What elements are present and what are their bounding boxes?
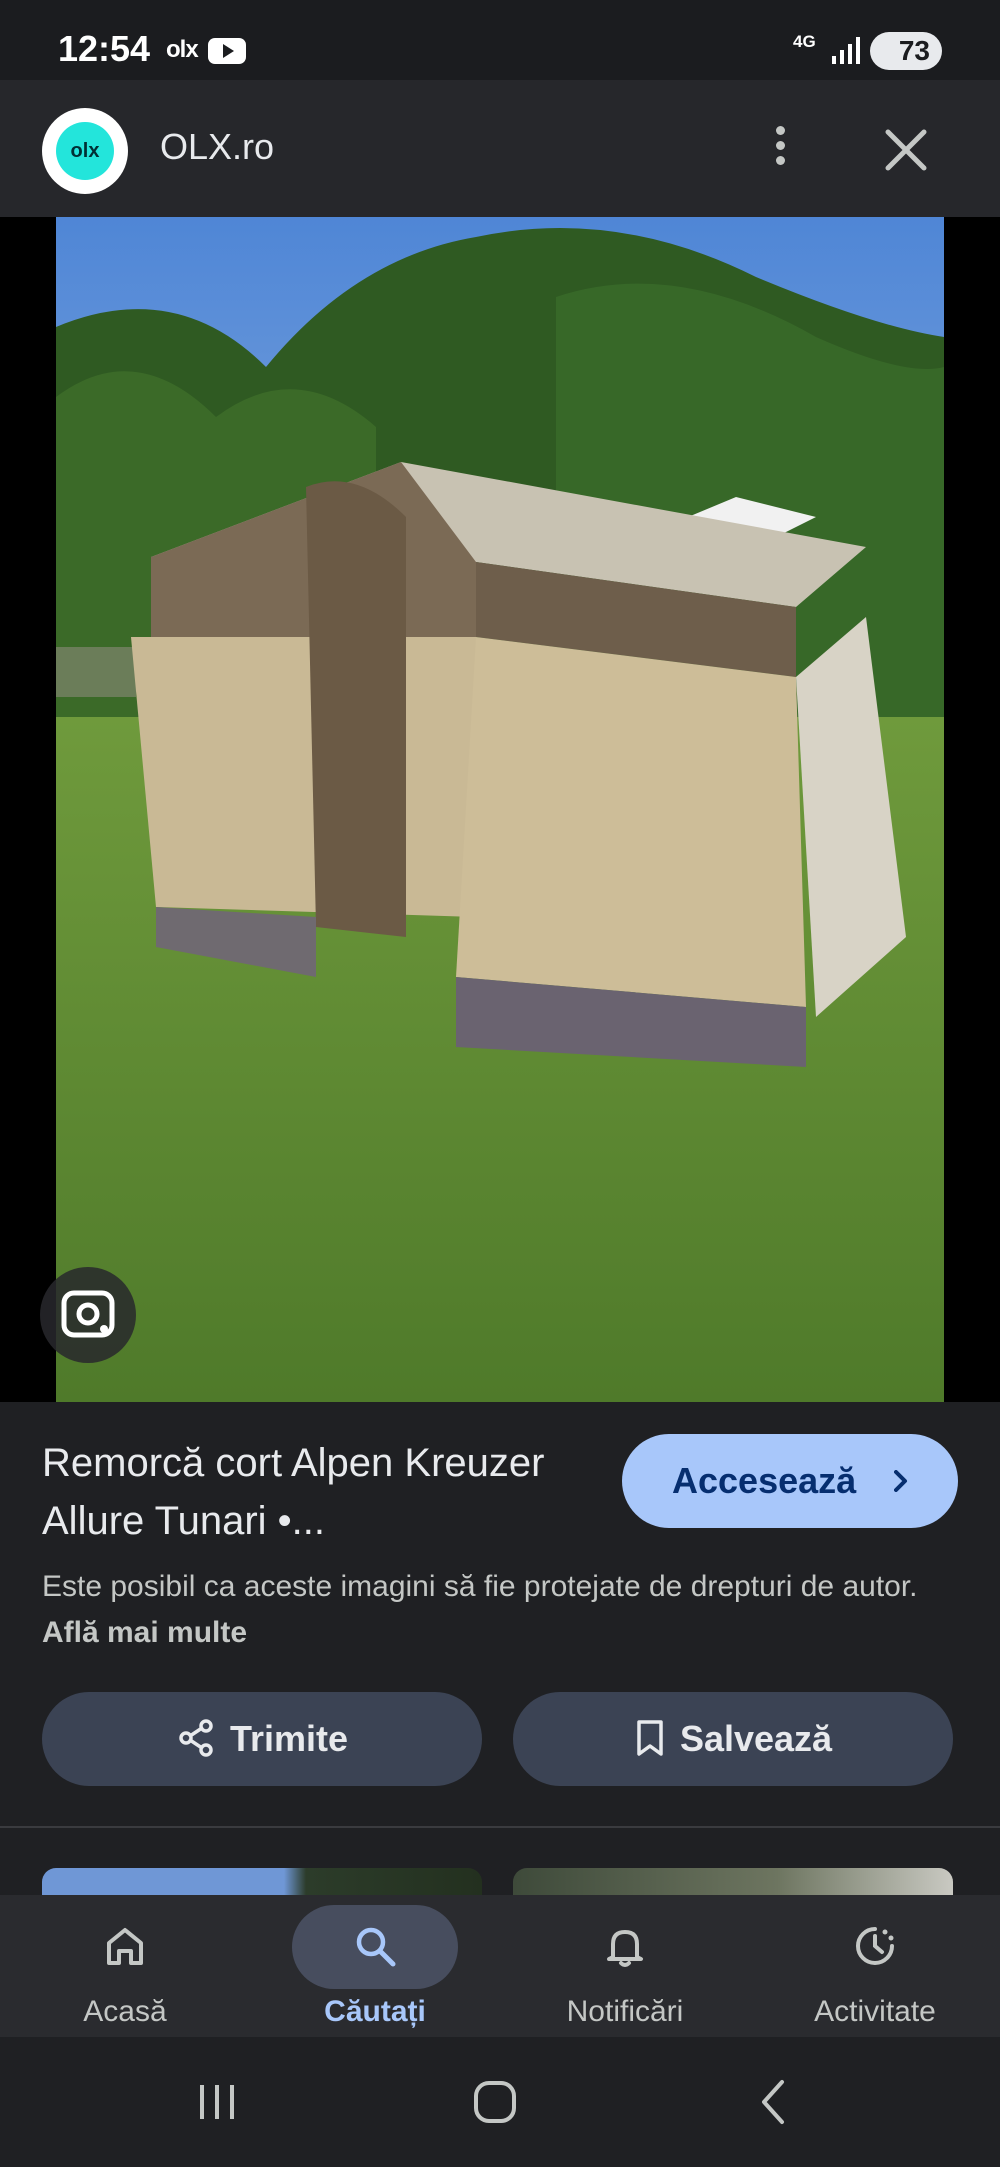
image-viewer[interactable] (0, 217, 1000, 1402)
site-logo: olx (42, 108, 128, 194)
network-type: 4G (793, 32, 816, 51)
result-photo (56, 217, 944, 1402)
divider (0, 1826, 1000, 1828)
olx-logo-icon: olx (56, 122, 114, 180)
learn-more-link[interactable]: Află mai multe (42, 1616, 247, 1649)
battery-indicator: 73 (870, 32, 942, 70)
more-vert-icon (775, 126, 785, 135)
nav-notifications[interactable]: Notificări (500, 1895, 750, 2037)
nav-home[interactable]: Acasă (0, 1895, 250, 2037)
share-label: Trimite (229, 1718, 349, 1759)
recent-apps-button[interactable] (182, 2067, 252, 2137)
related-images-strip[interactable] (0, 1868, 1000, 1898)
bottom-navigation: Acasă Căutați Notificări Activitate (0, 1895, 1000, 2037)
site-name: OLX.ro (160, 126, 275, 167)
share-button[interactable]: Trimite (42, 1692, 482, 1786)
app-header: olx OLX.ro (0, 80, 1000, 217)
save-button[interactable]: Salvează (513, 1692, 953, 1786)
nav-notifications-label: Notificări (566, 1995, 684, 2028)
olx-notification-icon: olx (166, 36, 199, 63)
result-title[interactable]: Remorcă cort Alpen Kreuzer Allure Tunari… (42, 1434, 582, 1550)
history-icon (856, 1927, 894, 1965)
back-button[interactable] (740, 2067, 810, 2137)
copyright-notice: Este posibil ca aceste imagini să fie pr… (42, 1564, 972, 1656)
status-time: 12:54 (58, 28, 151, 69)
home-system-button[interactable] (460, 2067, 530, 2137)
nav-activity-label: Activitate (814, 1995, 936, 2028)
save-label: Salvează (679, 1718, 833, 1759)
chevron-right-icon (894, 1470, 907, 1492)
share-icon (179, 1719, 213, 1758)
nav-search[interactable]: Căutați (250, 1895, 500, 2037)
nav-search-label: Căutați (324, 1995, 426, 2028)
close-button[interactable] (880, 120, 932, 180)
youtube-notification-icon (208, 38, 246, 64)
nav-home-label: Acasă (83, 1995, 167, 2028)
google-lens-button[interactable] (40, 1267, 136, 1363)
visit-button[interactable]: Accesează (622, 1434, 958, 1528)
visit-label: Accesează (672, 1460, 857, 1501)
search-icon (356, 1927, 396, 1967)
lens-icon (61, 1290, 115, 1338)
result-info-panel: Remorcă cort Alpen Kreuzer Allure Tunari… (0, 1402, 1000, 1826)
signal-icon (832, 37, 860, 64)
home-icon (107, 1928, 143, 1965)
related-thumbnail[interactable] (513, 1868, 953, 1898)
related-thumbnail[interactable] (42, 1868, 482, 1898)
bookmark-icon (637, 1720, 663, 1757)
nav-activity[interactable]: Activitate (750, 1895, 1000, 2037)
bell-icon (607, 1930, 643, 1967)
copyright-text: Este posibil ca aceste imagini să fie pr… (42, 1570, 918, 1603)
more-options-button[interactable] (760, 120, 800, 180)
system-navigation (0, 2037, 1000, 2167)
status-bar: 12:54 olx 4G 73 (0, 0, 1000, 80)
